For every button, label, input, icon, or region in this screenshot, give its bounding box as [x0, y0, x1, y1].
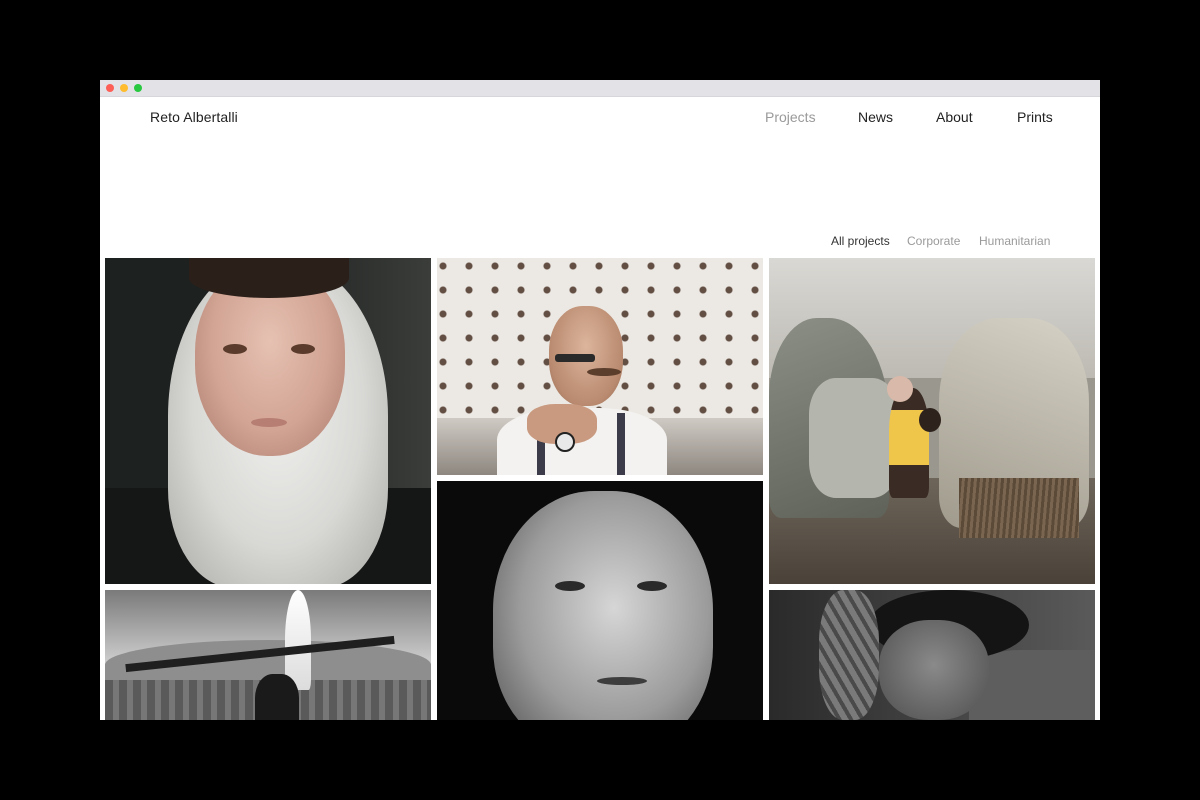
gallery-photo-woman-headscarf[interactable] [105, 258, 431, 584]
nav-projects[interactable]: Projects [765, 109, 816, 125]
gallery-photo-children-camp[interactable] [769, 258, 1095, 584]
gallery-photo-man-crosses[interactable] [437, 258, 763, 475]
gallery-photo-tattooed-man[interactable] [769, 590, 1095, 720]
nav-about[interactable]: About [936, 109, 973, 125]
minimize-window-button[interactable] [120, 84, 128, 92]
window-titlebar [100, 80, 1100, 97]
nav-news[interactable]: News [858, 109, 893, 125]
filter-humanitarian[interactable]: Humanitarian [979, 234, 1050, 248]
nav-prints[interactable]: Prints [1017, 109, 1053, 125]
gallery-photo-arms-raised[interactable] [105, 590, 431, 720]
close-window-button[interactable] [106, 84, 114, 92]
zoom-window-button[interactable] [134, 84, 142, 92]
filter-all-projects[interactable]: All projects [831, 234, 890, 248]
site-title-link[interactable]: Reto Albertalli [150, 109, 238, 125]
browser-window: Reto Albertalli Projects News About Prin… [100, 80, 1100, 720]
filter-corporate[interactable]: Corporate [907, 234, 960, 248]
gallery-photo-older-man[interactable] [437, 481, 763, 720]
